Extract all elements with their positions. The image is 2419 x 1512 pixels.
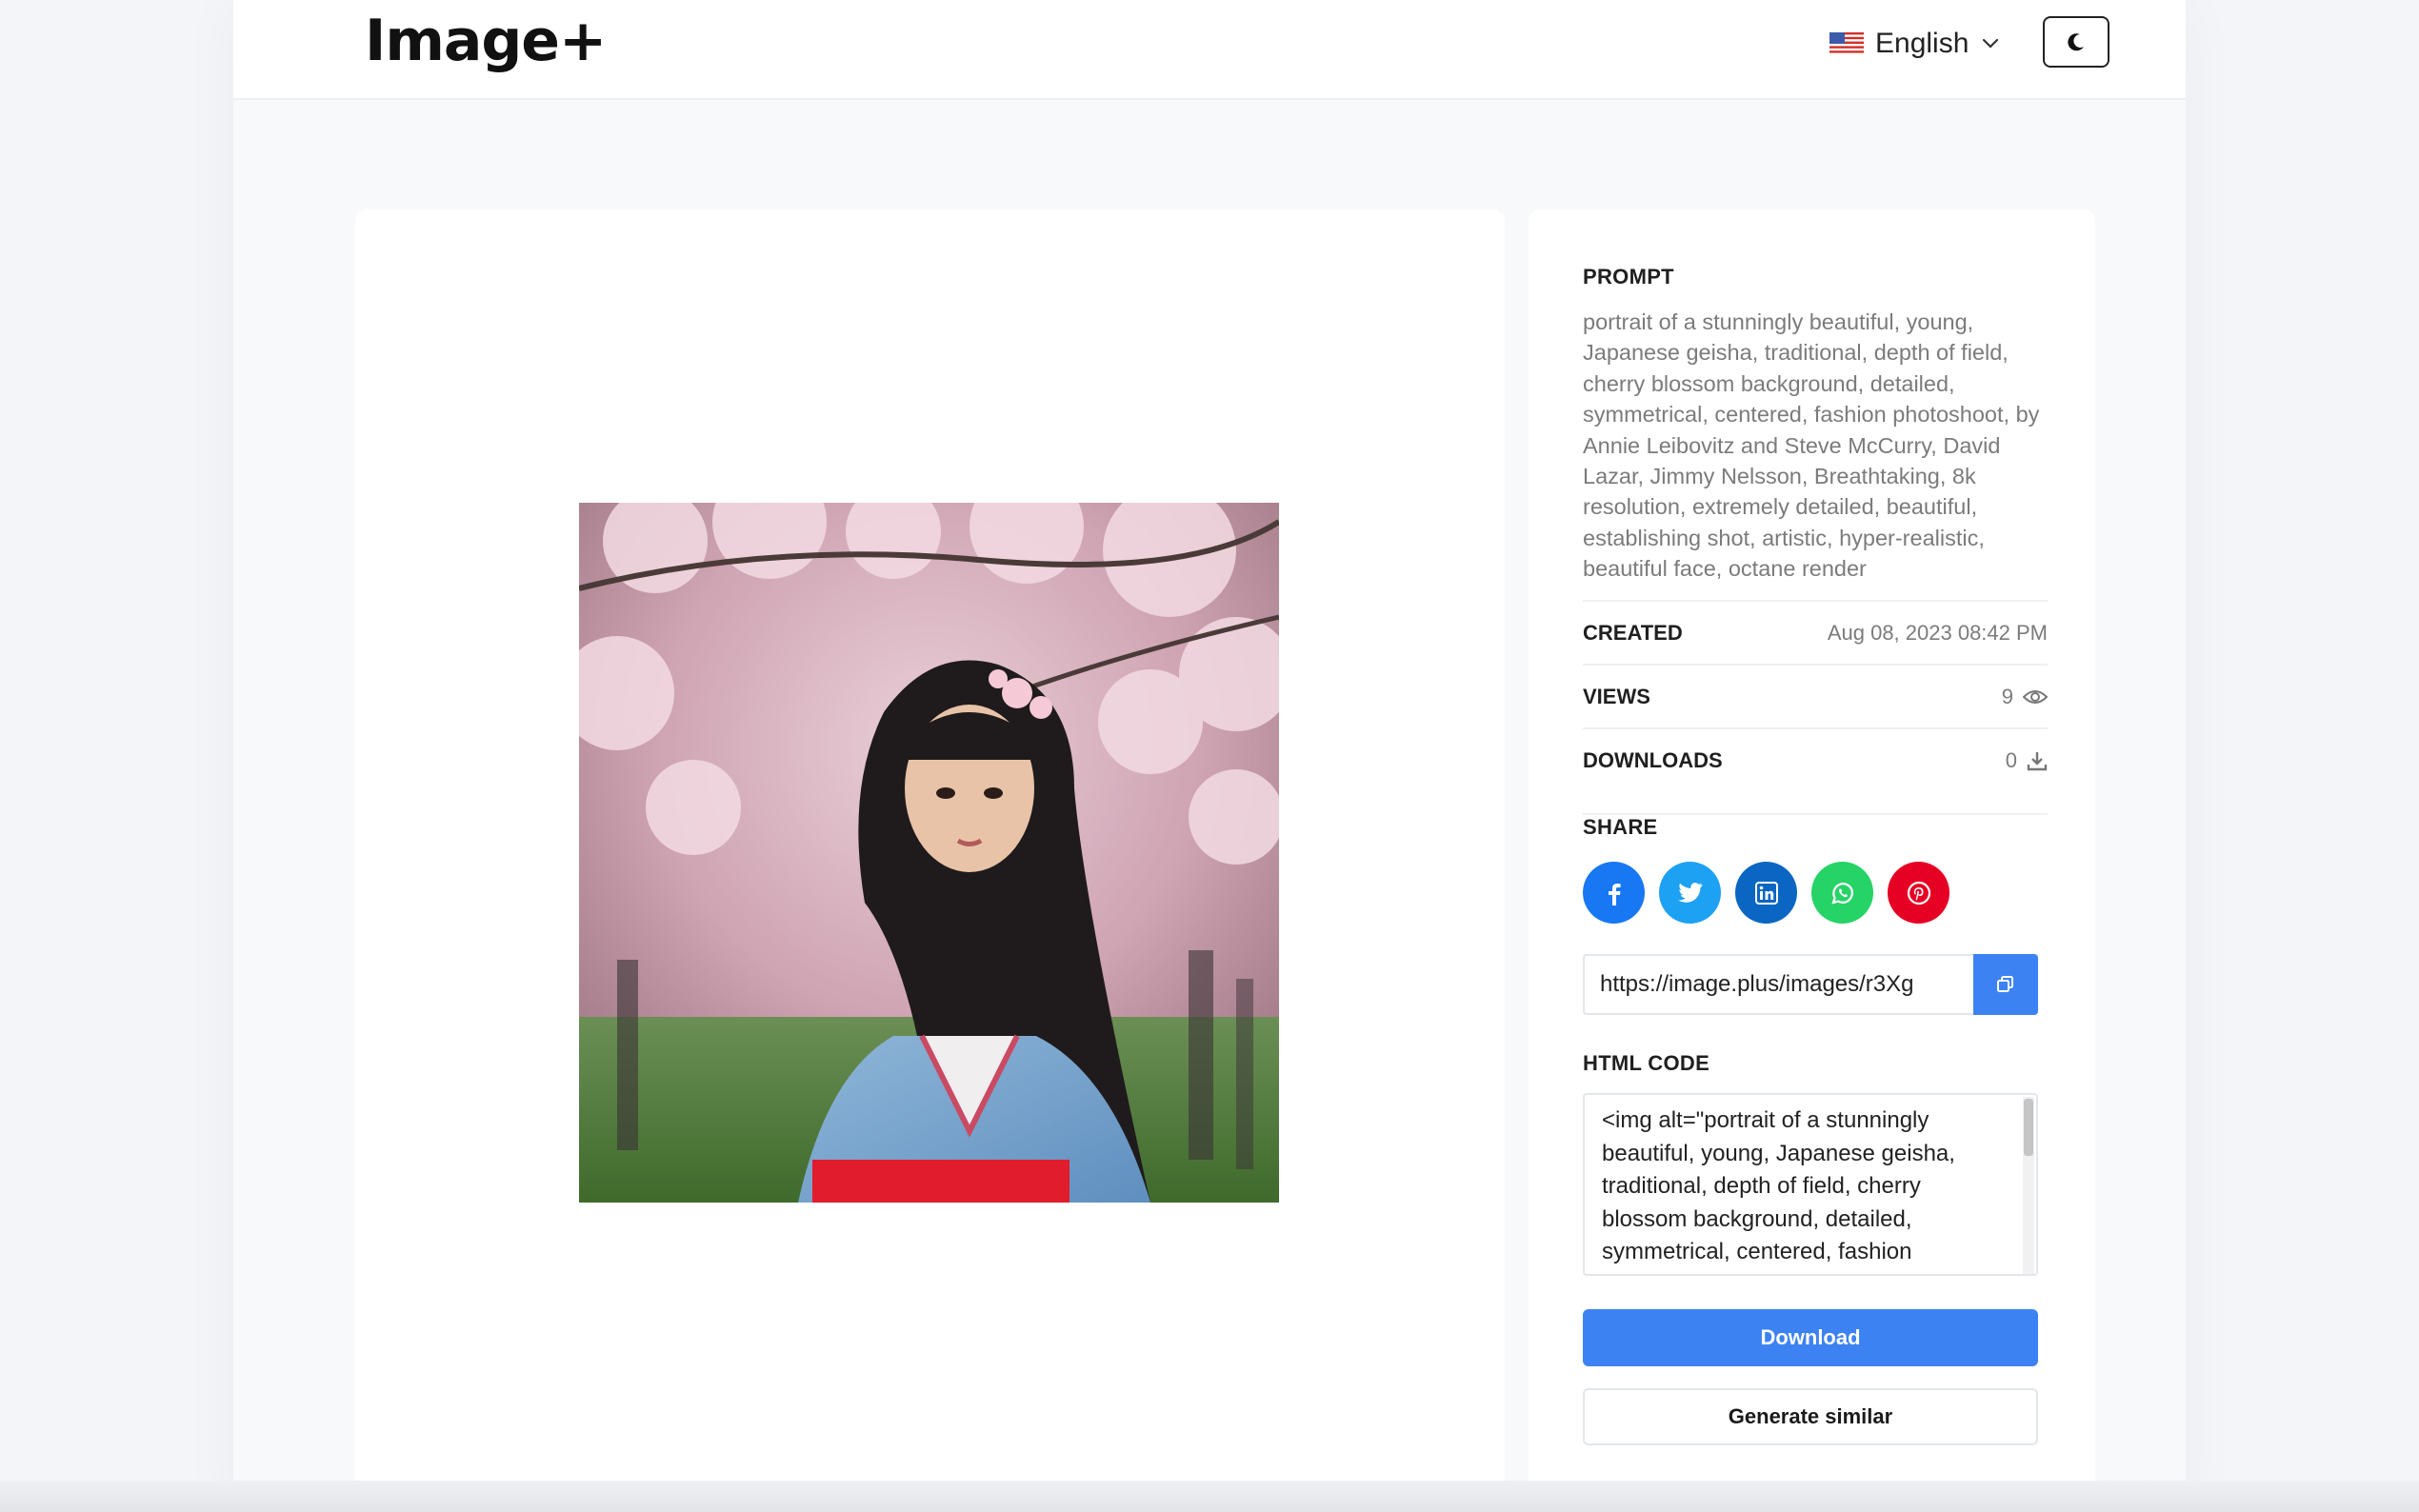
facebook-icon bbox=[1608, 883, 1621, 905]
linkedin-share-button[interactable] bbox=[1735, 862, 1797, 924]
prompt-text: portrait of a stunningly beautiful, youn… bbox=[1583, 309, 2040, 582]
details-panel: PROMPT portrait of a stunningly beautifu… bbox=[1529, 209, 2095, 1495]
header: Image+ English bbox=[233, 0, 2186, 100]
copy-icon bbox=[1997, 976, 2013, 992]
download-icon bbox=[2027, 751, 2048, 770]
downloads-label: DOWNLOADS bbox=[1583, 747, 1723, 772]
facebook-share-button[interactable] bbox=[1583, 862, 1645, 924]
whatsapp-share-button[interactable] bbox=[1811, 862, 1873, 924]
image-card bbox=[355, 209, 1505, 1495]
twitter-icon bbox=[1677, 882, 1703, 903]
page: Image+ English PROMPT portrait of a stun… bbox=[233, 0, 2186, 1512]
copy-link-button[interactable] bbox=[1973, 954, 2038, 1015]
html-code-label: HTML CODE bbox=[1583, 1051, 1710, 1075]
logo[interactable]: Image+ bbox=[365, 8, 607, 74]
eye-icon bbox=[2023, 689, 2048, 704]
created-row: CREATED Aug 08, 2023 08:42 PM bbox=[1583, 600, 2048, 664]
language-selector[interactable]: English bbox=[1829, 24, 2001, 64]
whatsapp-icon bbox=[1830, 882, 1853, 905]
chevron-down-icon bbox=[1983, 38, 1999, 49]
moon-icon bbox=[2068, 33, 2084, 51]
download-button[interactable]: Download bbox=[1583, 1309, 2038, 1366]
generate-similar-button[interactable]: Generate similar bbox=[1583, 1388, 2038, 1445]
textarea-scrollbar[interactable] bbox=[2023, 1097, 2034, 1274]
created-label: CREATED bbox=[1583, 620, 1683, 645]
downloads-count: 0 bbox=[2005, 747, 2017, 772]
prompt-label: PROMPT bbox=[1583, 265, 1674, 288]
bottom-edge bbox=[0, 1481, 2419, 1512]
views-count: 9 bbox=[2001, 684, 2013, 708]
html-code-text: <img alt="portrait of a stunningly beaut… bbox=[1602, 1107, 1956, 1274]
html-code-textarea[interactable]: <img alt="portrait of a stunningly beaut… bbox=[1583, 1093, 2038, 1276]
language-label: English bbox=[1875, 28, 1969, 59]
created-value: Aug 08, 2023 08:42 PM bbox=[1827, 620, 2048, 645]
share-label: SHARE bbox=[1583, 813, 2048, 840]
twitter-share-button[interactable] bbox=[1659, 862, 1721, 924]
us-flag-icon bbox=[1829, 32, 1864, 55]
pinterest-icon bbox=[1907, 881, 1930, 905]
pinterest-share-button[interactable] bbox=[1888, 862, 1949, 924]
views-row: VIEWS 9 bbox=[1583, 664, 2048, 727]
downloads-row: DOWNLOADS 0 bbox=[1583, 727, 2048, 791]
share-url-input[interactable] bbox=[1583, 954, 1973, 1015]
views-label: VIEWS bbox=[1583, 684, 1650, 708]
generated-image[interactable] bbox=[579, 503, 1279, 1203]
share-link bbox=[1583, 954, 2038, 1015]
linkedin-icon bbox=[1754, 881, 1778, 905]
theme-toggle-button[interactable] bbox=[2043, 16, 2109, 68]
share-buttons bbox=[1583, 862, 1949, 924]
